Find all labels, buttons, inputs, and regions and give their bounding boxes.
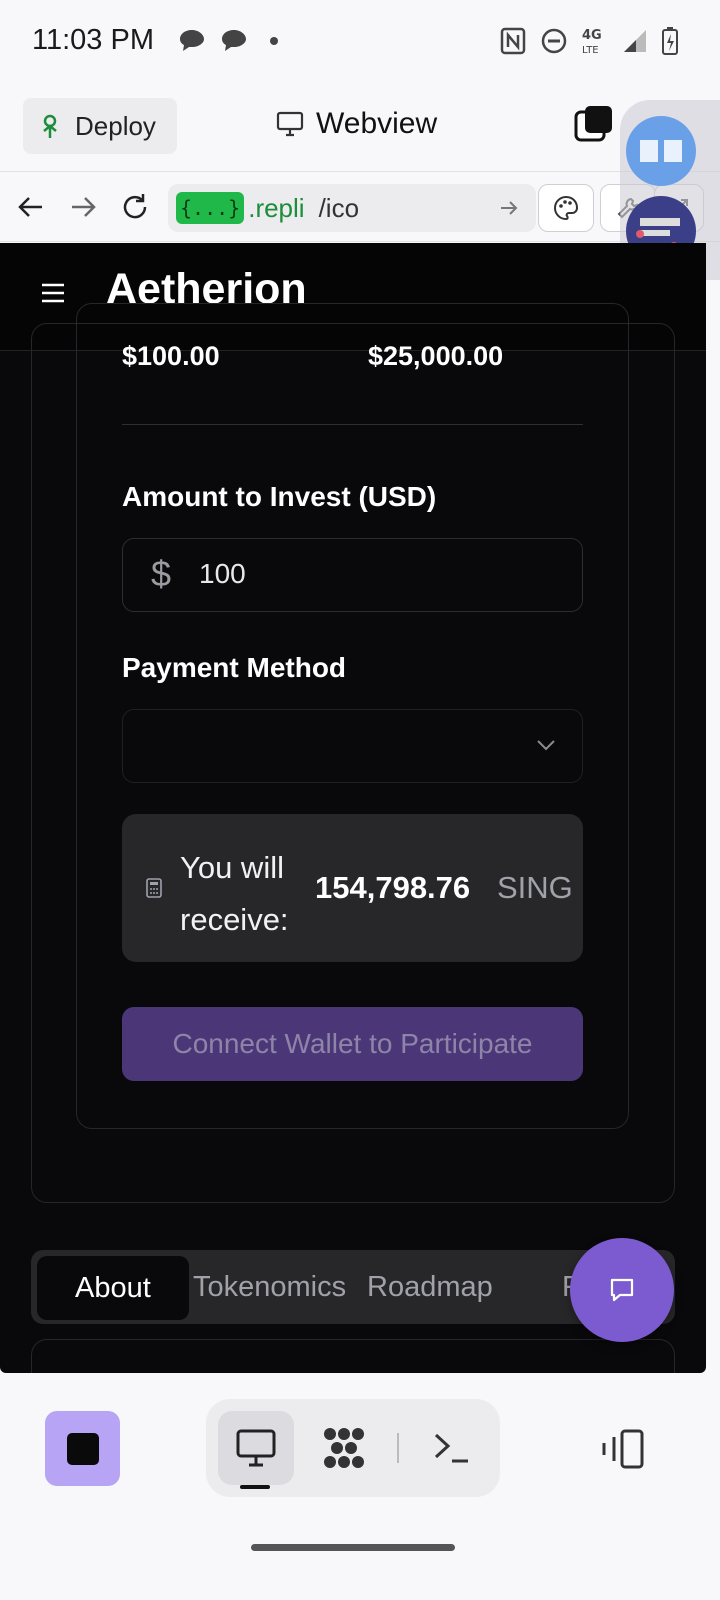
notification-icons: [178, 28, 278, 54]
receive-amount: 154,798.76: [315, 870, 471, 905]
book-icon: [640, 140, 682, 162]
view-switcher: [206, 1399, 500, 1497]
bottom-dock: [0, 1373, 720, 1600]
monitor-icon: [276, 111, 304, 137]
tab-roadmap[interactable]: Roadmap: [367, 1250, 493, 1324]
agent-view-button[interactable]: [306, 1411, 382, 1485]
receive-label: You will receive:: [180, 850, 289, 937]
url-go-arrow-icon[interactable]: [498, 197, 520, 219]
device-preview-icon[interactable]: [600, 1429, 646, 1469]
more-notifications-dot: [270, 37, 278, 45]
home-indicator: [251, 1544, 455, 1551]
url-input[interactable]: {...} .repli /ico: [168, 184, 536, 232]
signal-icon: [624, 30, 646, 52]
active-view-indicator: [240, 1485, 270, 1489]
svg-text:4G: 4G: [582, 28, 602, 43]
palette-icon: [554, 195, 579, 221]
webview-view-button[interactable]: [218, 1411, 294, 1485]
status-time: 11:03 PM: [32, 24, 154, 56]
reader-bubble[interactable]: [626, 116, 696, 186]
webview-content: Aetherion $100.00 $25,000.00 Amount to I…: [0, 243, 706, 1373]
shell-view-button[interactable]: [414, 1411, 490, 1485]
calculator-icon: [146, 878, 162, 898]
status-bar: 11:03 PM 4G LTE: [0, 0, 720, 80]
webview-title-text: Webview: [316, 107, 438, 140]
battery-charging-icon: [662, 27, 678, 55]
tab-content-card: [31, 1339, 675, 1373]
divider: [122, 424, 583, 425]
tabs-switcher-icon[interactable]: [574, 104, 614, 144]
system-icons: 4G LTE: [500, 26, 678, 56]
chat-button[interactable]: [570, 1238, 674, 1342]
reload-icon[interactable]: [120, 192, 150, 222]
chevron-down-icon: [537, 740, 555, 751]
lte-icon: 4G LTE: [582, 28, 602, 56]
min-purchase-value: $100.00: [122, 341, 220, 371]
stop-button[interactable]: [45, 1411, 120, 1486]
nfc-icon: [500, 27, 526, 55]
agent-icon: [324, 1428, 364, 1468]
url-host-badge: {...}: [176, 192, 245, 224]
chat-notification-icon: [222, 30, 246, 51]
deploy-label: Deploy: [75, 110, 156, 141]
theme-palette-button[interactable]: [538, 184, 594, 232]
receive-summary: You will receive: 154,798.76 SING: [122, 814, 583, 962]
do-not-disturb-icon: [541, 28, 567, 54]
webview-tab-title[interactable]: Webview: [276, 107, 437, 141]
payment-method-label: Payment Method: [122, 652, 347, 683]
url-path: /ico: [318, 192, 360, 223]
hamburger-menu-icon[interactable]: [40, 281, 66, 305]
amount-label: Amount to Invest (USD): [122, 481, 437, 512]
chat-bubble-icon: [610, 1278, 634, 1302]
tab-about[interactable]: About: [37, 1256, 189, 1320]
terminal-icon: [434, 1433, 468, 1463]
payment-method-select[interactable]: [122, 709, 583, 783]
tab-tokenomics[interactable]: Tokenomics: [193, 1250, 346, 1324]
amount-value: 100: [199, 558, 246, 589]
stop-icon: [66, 1432, 99, 1465]
dock-separator: [397, 1433, 399, 1463]
url-bar-row: {...} .repli /ico: [0, 172, 720, 242]
back-arrow-icon[interactable]: [16, 192, 46, 222]
forward-arrow-icon[interactable]: [68, 192, 98, 222]
app-toolbar: Deploy Webview: [0, 80, 720, 172]
connect-wallet-button[interactable]: Connect Wallet to Participate: [122, 1007, 583, 1081]
deploy-button[interactable]: Deploy: [23, 98, 177, 154]
token-symbol: SING: [497, 870, 573, 905]
chat-notification-icon: [180, 30, 204, 51]
deploy-icon: [43, 114, 57, 138]
svg-text:LTE: LTE: [582, 45, 599, 56]
monitor-icon: [236, 1429, 276, 1467]
amount-input[interactable]: $ 100: [122, 538, 583, 612]
url-host: .repli: [248, 192, 305, 223]
dollar-sign-icon: $: [151, 553, 172, 594]
max-purchase-value: $25,000.00: [368, 341, 504, 371]
